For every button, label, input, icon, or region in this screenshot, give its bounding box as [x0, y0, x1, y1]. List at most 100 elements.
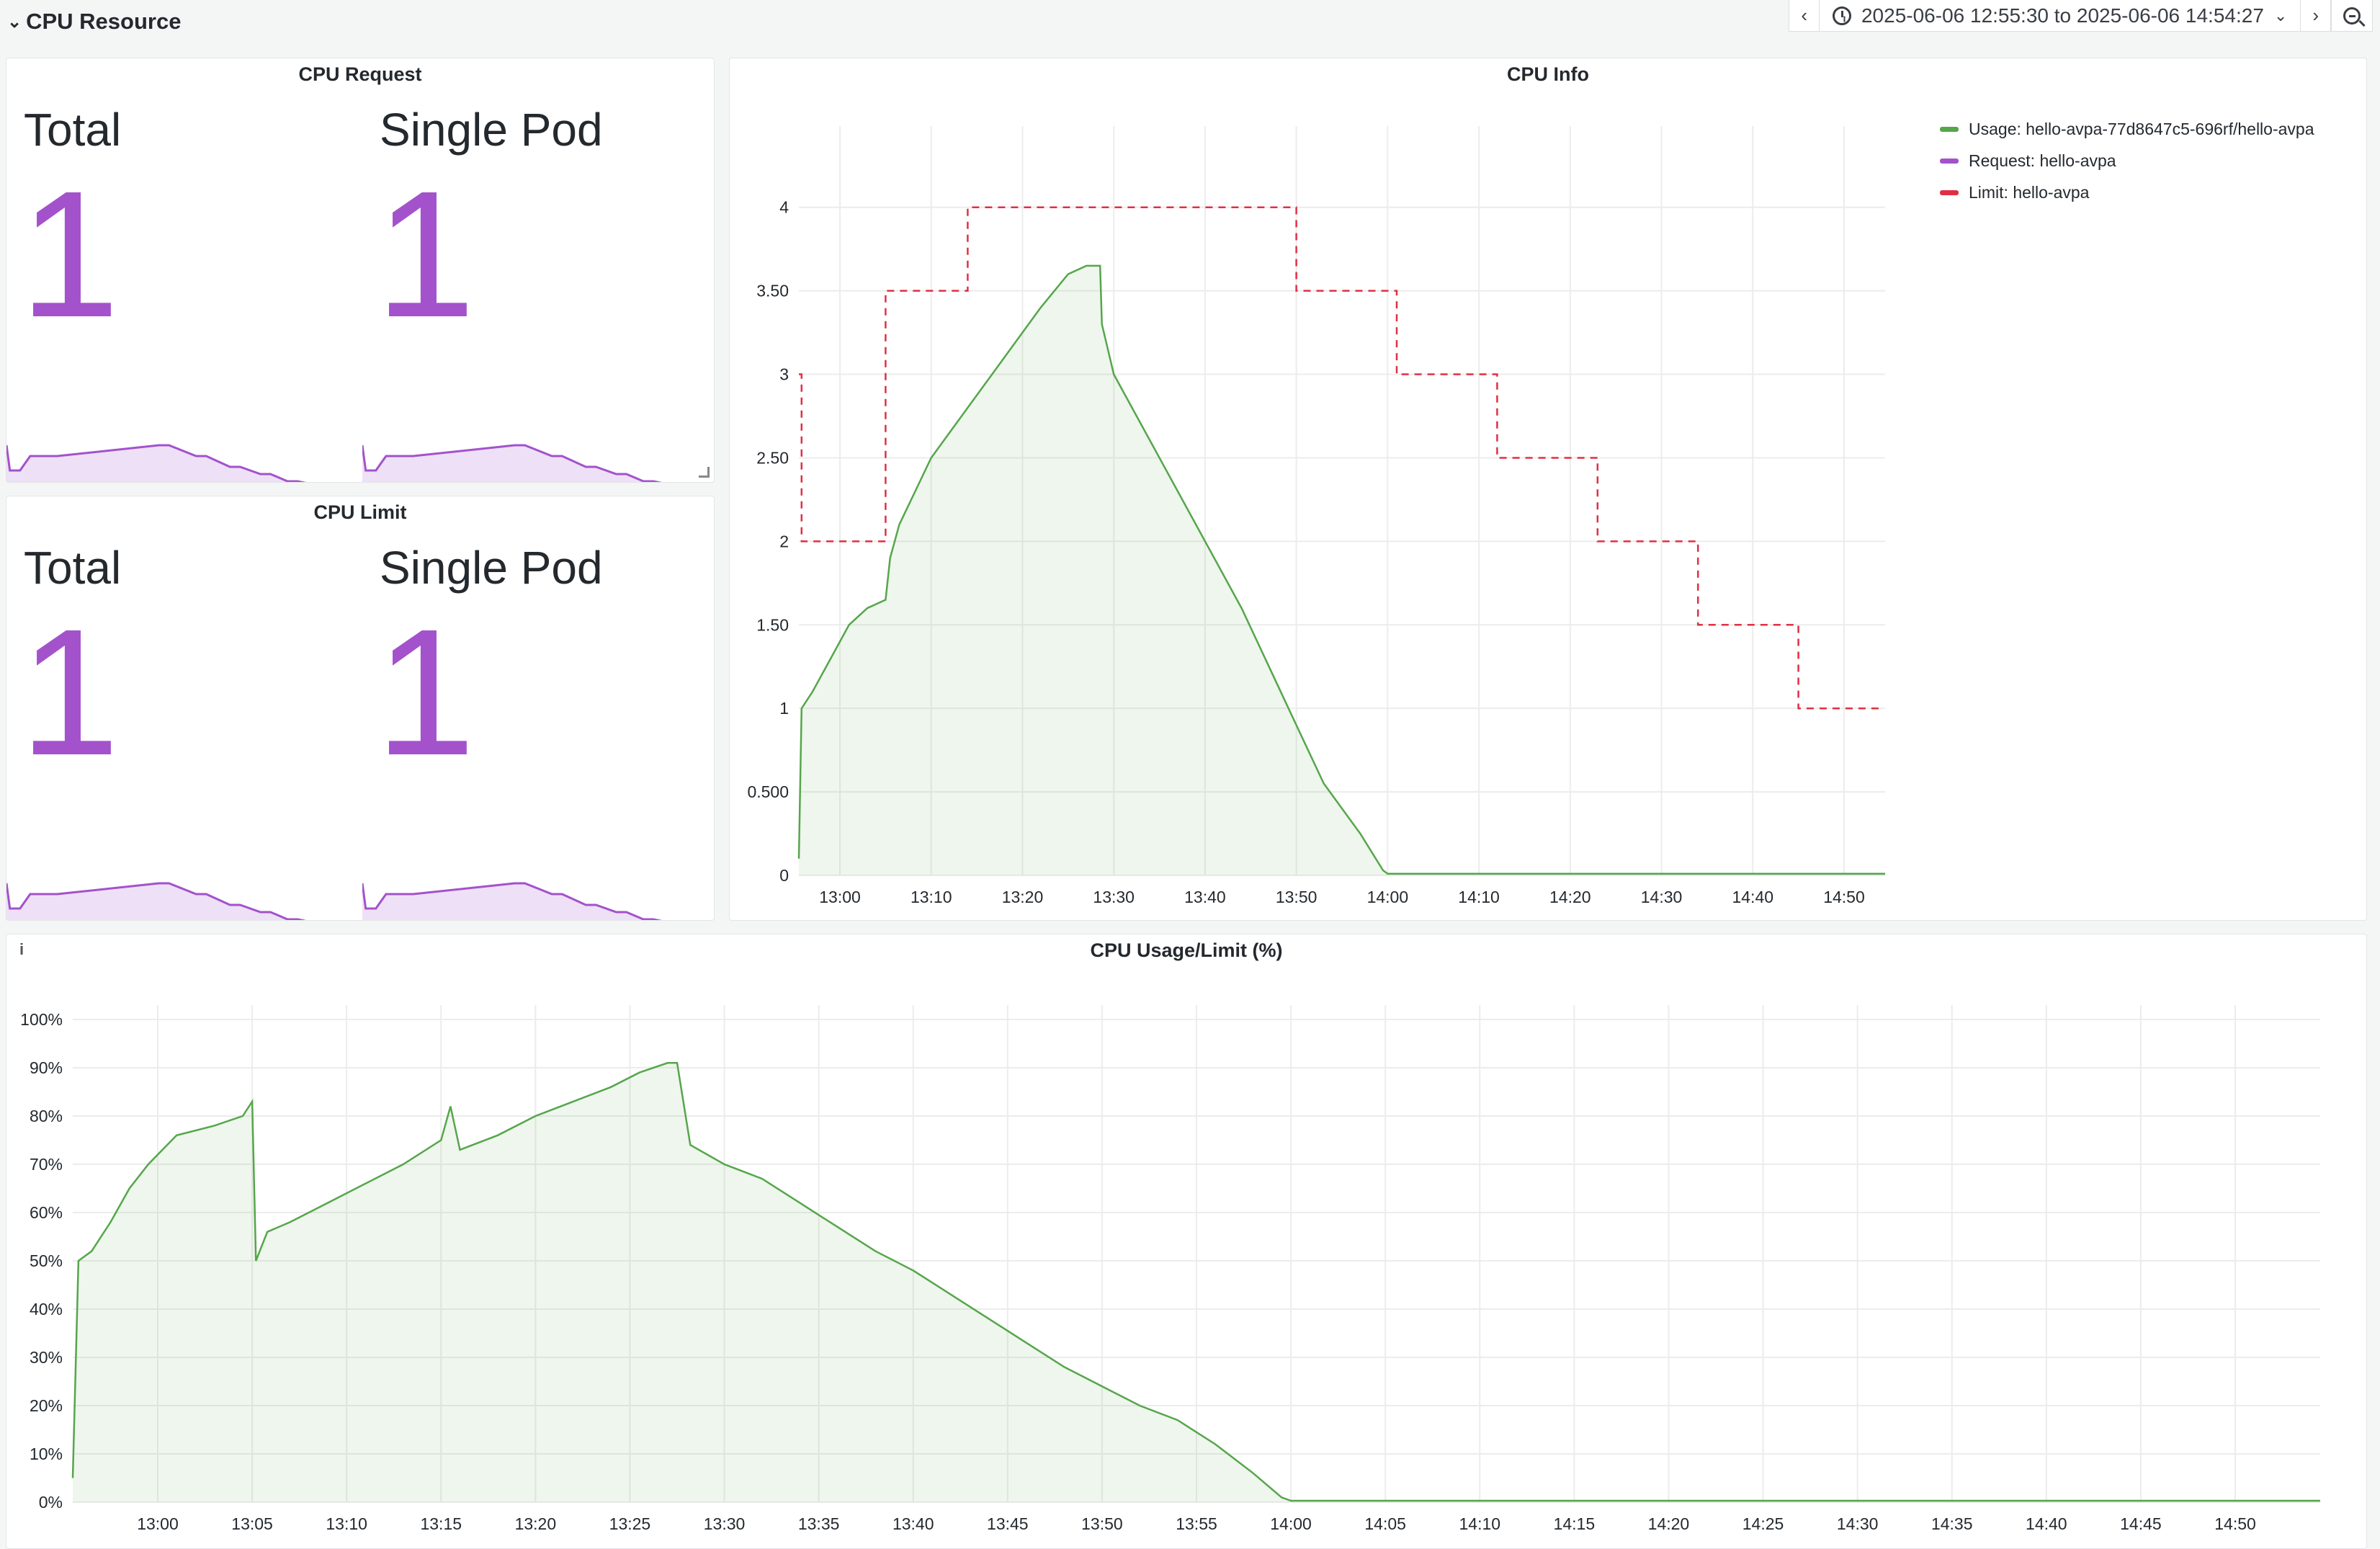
x-tick-label: 13:15 [420, 1514, 462, 1533]
sparkline [362, 882, 663, 920]
legend-item-request[interactable]: Request: hello-avpa [1940, 145, 2314, 177]
sparkline [362, 444, 663, 482]
cpu-usage-limit-panel[interactable]: i CPU Usage/Limit (%) 0% 10% 20% 30% 40% 50% 6… [6, 934, 2367, 1549]
x-tick-label: 13:40 [1184, 888, 1226, 906]
stat-label: Total [24, 104, 122, 156]
row-title-label: CPU Resource [26, 9, 182, 34]
x-tick-label: 13:50 [1276, 888, 1318, 906]
legend-item-limit[interactable]: Limit: hello-avpa [1940, 177, 2314, 208]
x-tick-label: 14:35 [1931, 1514, 1973, 1533]
x-tick-label: 13:00 [819, 888, 861, 906]
chevron-left-icon: ‹ [1801, 4, 1807, 26]
x-tick-label: 14:10 [1459, 1514, 1500, 1533]
y-tick-label: 90% [30, 1058, 63, 1077]
panel-resize-handle[interactable] [699, 467, 710, 478]
stat-value: 1 [375, 592, 476, 793]
panel-title: CPU Limit [313, 501, 407, 523]
zoom-out-button[interactable] [2331, 0, 2373, 32]
legend-swatch [1940, 158, 1959, 164]
y-tick-label: 70% [30, 1155, 63, 1174]
x-tick-label: 13:30 [1093, 888, 1135, 906]
stat-value: 1 [19, 592, 120, 793]
x-tick-label: 13:40 [892, 1514, 934, 1533]
x-tick-label: 14:00 [1270, 1514, 1312, 1533]
x-tick-label: 14:40 [2026, 1514, 2067, 1533]
series-area-fill [799, 265, 1885, 875]
x-tick-label: 14:00 [1367, 888, 1409, 906]
cpu-limit-panel[interactable]: CPU Limit Total 1 Single Pod 1 [6, 496, 715, 921]
row-title-cpu-resource[interactable]: ⌄ CPU Resource [7, 6, 181, 37]
y-tick-label: 100% [20, 1010, 63, 1029]
stat-label: Total [24, 542, 122, 594]
y-tick-label: 80% [30, 1107, 63, 1125]
y-tick-label: 0% [39, 1493, 63, 1512]
y-tick-label: 4 [779, 198, 789, 217]
legend-label: Usage: hello-avpa-77d8647c5-696rf/hello-… [1969, 119, 2314, 138]
x-tick-label: 14:25 [1742, 1514, 1784, 1533]
cpu-info-chart: 0 0.500 1 1.50 2 2.50 3 3.50 4 13:00 13:10 13:20 13:… [747, 126, 1885, 906]
x-tick-label: 13:20 [515, 1514, 557, 1533]
legend-item-usage[interactable]: Usage: hello-avpa-77d8647c5-696rf/hello-… [1940, 113, 2314, 145]
x-tick-label: 13:20 [1002, 888, 1044, 906]
legend-label: Request: hello-avpa [1969, 151, 2116, 170]
x-tick-label: 14:50 [2214, 1514, 2256, 1533]
time-back-button[interactable]: ‹ [1789, 0, 1820, 32]
zoom-out-icon [2343, 6, 2361, 24]
chevron-right-icon: › [2312, 4, 2319, 26]
x-tick-label: 13:25 [609, 1514, 651, 1533]
y-tick-label: 1 [779, 699, 789, 718]
cpu-info-panel[interactable]: CPU Info 0 0.500 1 1.50 2 2.50 3 3.50 4 13:00 13:1… [729, 58, 2367, 921]
cpu-usage-limit-chart: 0% 10% 20% 30% 40% 50% 60% 70% 80% 90% 100% 13:00 13… [20, 1005, 2320, 1533]
stat-value: 1 [19, 153, 120, 354]
stat-value: 1 [375, 153, 476, 354]
x-tick-label: 13:55 [1176, 1514, 1217, 1533]
stat-label: Single Pod [380, 104, 603, 156]
x-tick-label: 14:45 [2120, 1514, 2162, 1533]
stat-single-pod: Single Pod 1 [362, 103, 701, 482]
stat-total: Total 1 [6, 541, 345, 920]
sparkline [6, 444, 307, 482]
stat-label: Single Pod [380, 542, 603, 594]
y-tick-label: 2 [779, 532, 789, 550]
time-toolbar: ‹ 2025-06-06 12:55:30 to 2025-06-06 14:5… [1789, 0, 2373, 32]
x-tick-label: 14:20 [1549, 888, 1591, 906]
time-forward-button[interactable]: › [2300, 0, 2331, 32]
y-tick-label: 3 [779, 365, 789, 384]
x-tick-label: 14:30 [1837, 1514, 1879, 1533]
stat-total: Total 1 [6, 103, 345, 482]
y-tick-label: 50% [30, 1251, 63, 1270]
x-tick-label: 13:05 [231, 1514, 273, 1533]
legend-swatch [1940, 126, 1959, 132]
y-tick-label: 60% [30, 1203, 63, 1222]
sparkline-area [6, 883, 301, 920]
x-tick-label: 14:30 [1641, 888, 1683, 906]
time-range-picker[interactable]: 2025-06-06 12:55:30 to 2025-06-06 14:54:… [1819, 0, 2301, 32]
x-tick-label: 14:50 [1823, 888, 1865, 906]
y-tick-label: 20% [30, 1396, 63, 1415]
x-tick-label: 14:15 [1554, 1514, 1596, 1533]
x-tick-label: 13:50 [1081, 1514, 1123, 1533]
cpu-request-panel[interactable]: CPU Request Total 1 Single Pod 1 [6, 58, 715, 483]
y-tick-label: 2.50 [756, 448, 789, 467]
x-tick-label: 13:10 [326, 1514, 367, 1533]
x-tick-label: 13:30 [704, 1514, 746, 1533]
y-tick-label: 0 [779, 866, 789, 885]
x-tick-label: 13:00 [137, 1514, 179, 1533]
y-tick-label: 3.50 [756, 282, 789, 300]
stat-single-pod: Single Pod 1 [362, 541, 701, 920]
sparkline-area [362, 445, 657, 482]
sparkline-area [362, 883, 657, 920]
clock-icon [1832, 6, 1851, 25]
time-range-label: 2025-06-06 12:55:30 to 2025-06-06 14:54:… [1861, 4, 2264, 27]
x-tick-label: 13:45 [987, 1514, 1029, 1533]
x-tick-label: 14:40 [1732, 888, 1773, 906]
x-tick-label: 13:10 [911, 888, 952, 906]
x-tick-label: 13:35 [798, 1514, 840, 1533]
sparkline-area [6, 445, 301, 482]
y-tick-label: 40% [30, 1300, 63, 1318]
x-tick-label: 14:10 [1458, 888, 1500, 906]
chevron-down-icon: ⌄ [2273, 6, 2288, 24]
panel-title: CPU Request [298, 63, 422, 85]
y-tick-label: 1.50 [756, 615, 789, 634]
y-tick-label: 30% [30, 1348, 63, 1367]
